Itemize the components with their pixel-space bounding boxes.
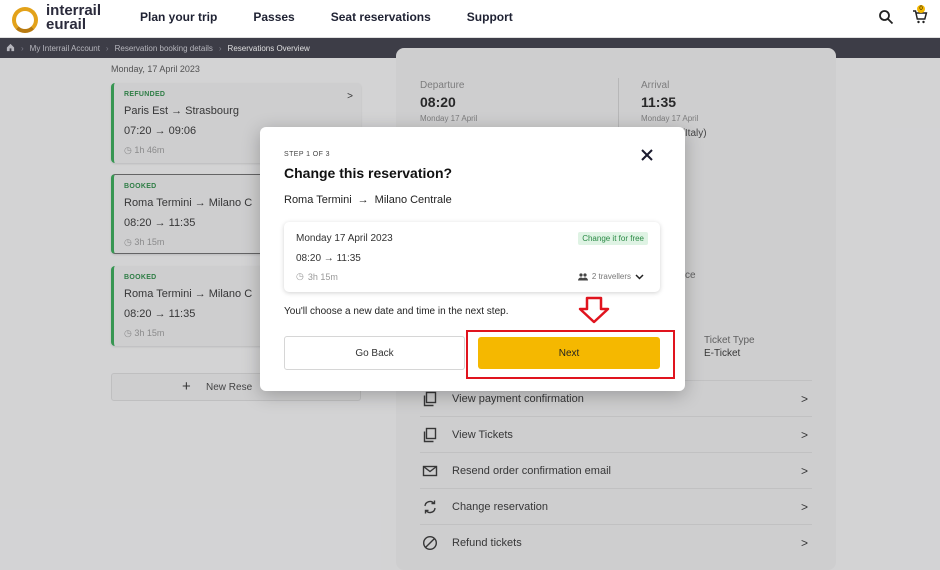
top-header: interrail eurail Plan your trip Passes S… — [0, 0, 940, 38]
step-indicator: STEP 1 OF 3 — [284, 151, 330, 158]
route-to: Milano Centrale — [374, 194, 452, 206]
cart-count-badge: 0 — [917, 5, 925, 13]
nav-seat-reservations[interactable]: Seat reservations — [331, 10, 431, 24]
journey-date: Monday 17 April 2023 — [296, 233, 393, 244]
arrow-right-icon: → — [357, 194, 369, 206]
travellers-count: 2 travellers — [591, 272, 631, 281]
nav-passes[interactable]: Passes — [253, 10, 294, 24]
header-icons: 0 — [878, 5, 928, 30]
change-free-badge: Change it for free — [578, 232, 648, 245]
journey-times: 08:20 → 11:35 — [296, 253, 361, 264]
nav-support[interactable]: Support — [467, 10, 513, 24]
nav-plan-your-trip[interactable]: Plan your trip — [140, 10, 217, 24]
travellers-dropdown[interactable]: 2 travellers — [577, 272, 644, 281]
dialog-route: Roma Termini → Milano Centrale — [284, 194, 452, 206]
people-icon — [577, 272, 588, 280]
search-icon[interactable] — [878, 9, 894, 30]
close-icon[interactable] — [639, 147, 655, 163]
route-from: Roma Termini — [284, 194, 352, 206]
dialog-title: Change this reservation? — [284, 165, 453, 181]
cart-icon[interactable]: 0 — [912, 5, 928, 30]
journey-summary-card: Monday 17 April 2023 Change it for free … — [284, 222, 660, 292]
dialog-note: You'll choose a new date and time in the… — [284, 306, 509, 317]
annotation-arrow-icon — [578, 296, 610, 324]
journey-duration: 3h 15m — [307, 271, 338, 282]
logo-ring-icon — [12, 7, 38, 33]
go-back-button[interactable]: Go Back — [284, 336, 465, 370]
interrail-eurail-logo[interactable]: interrail eurail — [12, 3, 122, 34]
chevron-down-icon — [635, 273, 644, 280]
main-nav: Plan your trip Passes Seat reservations … — [140, 10, 513, 24]
annotation-highlight-box — [466, 330, 675, 379]
clock-icon: ◷ — [296, 271, 304, 281]
logo-text-eurail: eurail — [46, 16, 87, 33]
